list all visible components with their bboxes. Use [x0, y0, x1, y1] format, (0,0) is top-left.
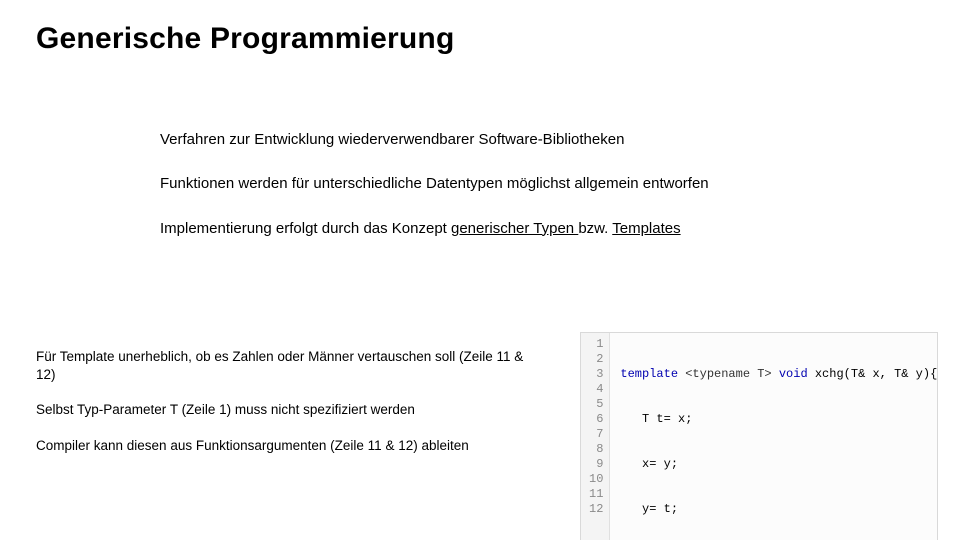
line-number: 8 — [589, 442, 603, 457]
bullet-item-1: Verfahren zur Entwicklung wiederverwendb… — [160, 130, 920, 150]
note-2: Selbst Typ-Parameter T (Zeile 1) muss ni… — [36, 401, 536, 419]
text-fragment: bzw. — [578, 220, 612, 237]
notes-column: Für Template unerheblich, ob es Zahlen o… — [36, 348, 536, 472]
bullet-list: Verfahren zur Entwicklung wiederverwendb… — [160, 130, 920, 263]
slide: Generische Programmierung Verfahren zur … — [0, 0, 960, 540]
page-title: Generische Programmierung — [36, 22, 454, 56]
line-number: 11 — [589, 487, 603, 502]
code-line-2: T t= x; — [620, 412, 937, 427]
code-body: template <typename T> void xchg(T& x, T&… — [610, 333, 945, 540]
line-number: 12 — [589, 502, 603, 517]
code-line-1: template <typename T> void xchg(T& x, T&… — [620, 367, 937, 382]
bullet-item-2: Funktionen werden für unterschiedliche D… — [160, 174, 920, 194]
code-text: <typename T> — [678, 367, 779, 381]
keyword: template — [620, 367, 678, 381]
underline-generic-types: generischer Typen — [451, 220, 578, 237]
line-number: 4 — [589, 382, 603, 397]
bullet-item-3: Implementierung erfolgt durch das Konzep… — [160, 219, 920, 239]
line-number: 1 — [589, 337, 603, 352]
note-1: Für Template unerheblich, ob es Zahlen o… — [36, 348, 536, 383]
line-number: 9 — [589, 457, 603, 472]
code-text: xchg(T& x, T& y){ — [808, 367, 938, 381]
note-3: Compiler kann diesen aus Funktionsargume… — [36, 437, 536, 455]
code-line-4: y= t; — [620, 502, 937, 517]
line-number: 7 — [589, 427, 603, 442]
code-line-3: x= y; — [620, 457, 937, 472]
line-number: 3 — [589, 367, 603, 382]
line-number: 6 — [589, 412, 603, 427]
line-number: 2 — [589, 352, 603, 367]
code-gutter: 1 2 3 4 5 6 7 8 9 10 11 12 — [581, 333, 610, 540]
line-number: 5 — [589, 397, 603, 412]
keyword: void — [779, 367, 808, 381]
line-number: 10 — [589, 472, 603, 487]
underline-templates: Templates — [612, 220, 680, 237]
text-fragment: Implementierung erfolgt durch das Konzep… — [160, 220, 451, 237]
code-snippet: 1 2 3 4 5 6 7 8 9 10 11 12 template <typ… — [580, 332, 938, 540]
